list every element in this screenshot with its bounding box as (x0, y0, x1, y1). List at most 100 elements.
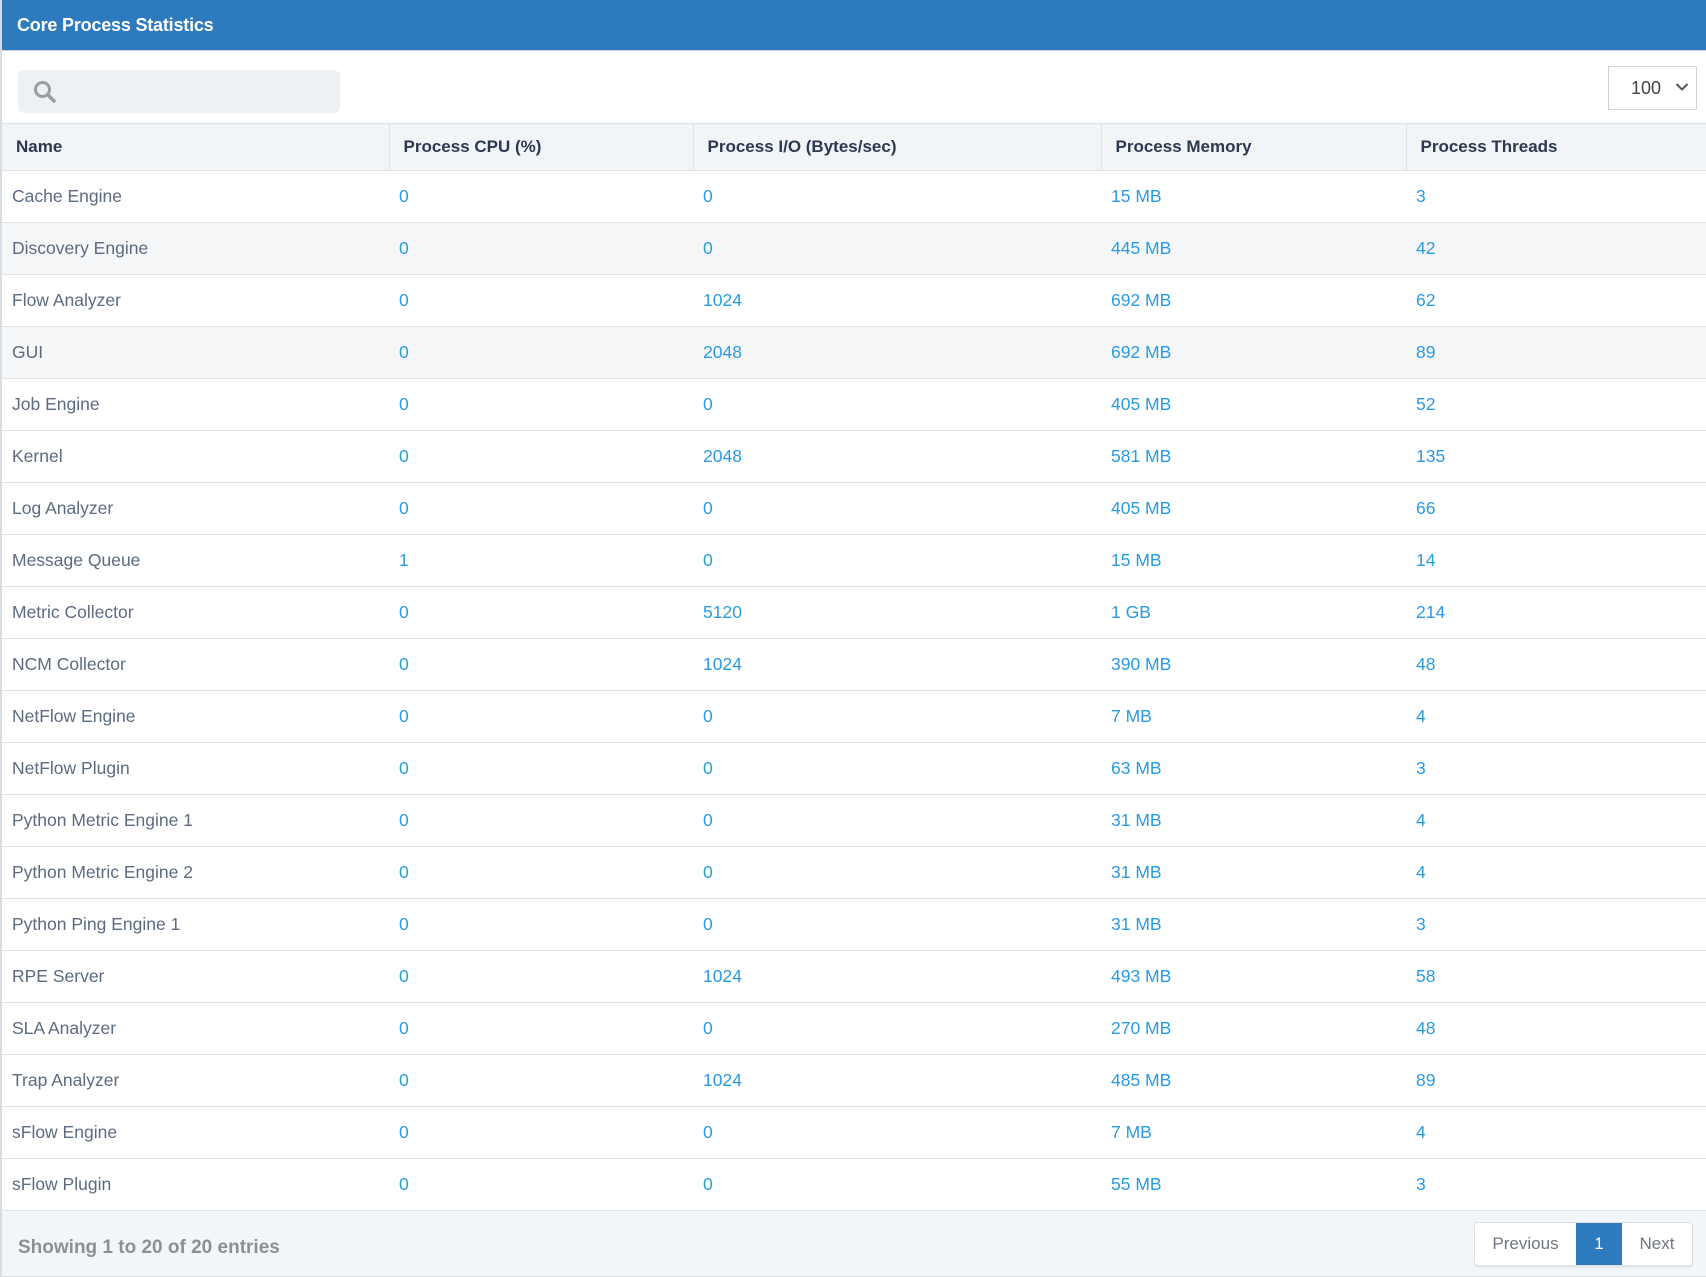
cell-memory[interactable]: 31 MB (1101, 846, 1406, 899)
cell-memory[interactable]: 31 MB (1101, 794, 1406, 847)
cell-threads[interactable]: 42 (1406, 222, 1706, 275)
cell-memory[interactable]: 445 MB (1101, 222, 1406, 275)
cell-memory[interactable]: 1 GB (1101, 586, 1406, 639)
cell-threads[interactable]: 135 (1406, 430, 1706, 483)
cell-io[interactable]: 0 (693, 1106, 1101, 1159)
cell-cpu[interactable]: 0 (389, 794, 693, 847)
cell-memory[interactable]: 31 MB (1101, 898, 1406, 951)
cell-io[interactable]: 0 (693, 378, 1101, 431)
cell-threads[interactable]: 3 (1406, 1158, 1706, 1211)
cell-io[interactable]: 0 (693, 534, 1101, 587)
column-header-threads[interactable]: Process Threads (1406, 123, 1706, 171)
cell-memory[interactable]: 405 MB (1101, 482, 1406, 535)
table-row[interactable]: Kernel 0 2048 581 MB 135 (2, 430, 1706, 483)
search-input[interactable] (66, 70, 338, 115)
cell-cpu[interactable]: 0 (389, 1054, 693, 1107)
cell-cpu[interactable]: 0 (389, 326, 693, 379)
cell-io[interactable]: 0 (693, 222, 1101, 275)
cell-memory[interactable]: 493 MB (1101, 950, 1406, 1003)
table-row[interactable]: Cache Engine 0 0 15 MB 3 (2, 170, 1706, 223)
column-header-io[interactable]: Process I/O (Bytes/sec) (693, 123, 1102, 171)
cell-memory[interactable]: 15 MB (1101, 170, 1406, 223)
cell-memory[interactable]: 405 MB (1101, 378, 1406, 431)
table-row[interactable]: NetFlow Engine 0 0 7 MB 4 (2, 690, 1706, 743)
cell-memory[interactable]: 390 MB (1101, 638, 1406, 691)
cell-cpu[interactable]: 0 (389, 898, 693, 951)
table-row[interactable]: RPE Server 0 1024 493 MB 58 (2, 950, 1706, 1003)
page-size-select[interactable]: 100 (1608, 66, 1697, 110)
cell-io[interactable]: 1024 (693, 1054, 1101, 1107)
cell-threads[interactable]: 14 (1406, 534, 1706, 587)
cell-cpu[interactable]: 0 (389, 274, 693, 327)
cell-threads[interactable]: 3 (1406, 898, 1706, 951)
cell-memory[interactable]: 692 MB (1101, 326, 1406, 379)
cell-io[interactable]: 1024 (693, 638, 1101, 691)
cell-cpu[interactable]: 0 (389, 1158, 693, 1211)
cell-cpu[interactable]: 0 (389, 1106, 693, 1159)
cell-threads[interactable]: 48 (1406, 1002, 1706, 1055)
cell-io[interactable]: 0 (693, 1158, 1101, 1211)
cell-cpu[interactable]: 0 (389, 378, 693, 431)
table-row[interactable]: Python Metric Engine 2 0 0 31 MB 4 (2, 846, 1706, 899)
cell-io[interactable]: 0 (693, 690, 1101, 743)
cell-cpu[interactable]: 1 (389, 534, 693, 587)
cell-io[interactable]: 0 (693, 170, 1101, 223)
cell-memory[interactable]: 15 MB (1101, 534, 1406, 587)
next-page-button[interactable]: Next (1622, 1223, 1692, 1265)
cell-threads[interactable]: 89 (1406, 326, 1706, 379)
cell-cpu[interactable]: 0 (389, 742, 693, 795)
cell-io[interactable]: 0 (693, 742, 1101, 795)
column-header-memory[interactable]: Process Memory (1101, 123, 1407, 171)
cell-io[interactable]: 5120 (693, 586, 1101, 639)
cell-io[interactable]: 0 (693, 898, 1101, 951)
cell-memory[interactable]: 270 MB (1101, 1002, 1406, 1055)
table-row[interactable]: sFlow Engine 0 0 7 MB 4 (2, 1106, 1706, 1159)
cell-cpu[interactable]: 0 (389, 222, 693, 275)
cell-threads[interactable]: 48 (1406, 638, 1706, 691)
column-header-name[interactable]: Name (2, 123, 390, 171)
cell-threads[interactable]: 4 (1406, 1106, 1706, 1159)
cell-memory[interactable]: 55 MB (1101, 1158, 1406, 1211)
cell-cpu[interactable]: 0 (389, 430, 693, 483)
table-row[interactable]: Flow Analyzer 0 1024 692 MB 62 (2, 274, 1706, 327)
cell-cpu[interactable]: 0 (389, 638, 693, 691)
cell-threads[interactable]: 62 (1406, 274, 1706, 327)
table-row[interactable]: Message Queue 1 0 15 MB 14 (2, 534, 1706, 587)
cell-memory[interactable]: 7 MB (1101, 1106, 1406, 1159)
table-row[interactable]: NetFlow Plugin 0 0 63 MB 3 (2, 742, 1706, 795)
cell-threads[interactable]: 4 (1406, 690, 1706, 743)
column-header-cpu[interactable]: Process CPU (%) (389, 123, 694, 171)
cell-io[interactable]: 2048 (693, 430, 1101, 483)
cell-cpu[interactable]: 0 (389, 170, 693, 223)
table-row[interactable]: Trap Analyzer 0 1024 485 MB 89 (2, 1054, 1706, 1107)
table-row[interactable]: sFlow Plugin 0 0 55 MB 3 (2, 1158, 1706, 1211)
table-row[interactable]: Job Engine 0 0 405 MB 52 (2, 378, 1706, 431)
cell-threads[interactable]: 4 (1406, 846, 1706, 899)
table-row[interactable]: GUI 0 2048 692 MB 89 (2, 326, 1706, 379)
table-row[interactable]: SLA Analyzer 0 0 270 MB 48 (2, 1002, 1706, 1055)
cell-threads[interactable]: 66 (1406, 482, 1706, 535)
cell-io[interactable]: 1024 (693, 274, 1101, 327)
cell-cpu[interactable]: 0 (389, 1002, 693, 1055)
cell-threads[interactable]: 3 (1406, 742, 1706, 795)
cell-memory[interactable]: 63 MB (1101, 742, 1406, 795)
cell-memory[interactable]: 7 MB (1101, 690, 1406, 743)
cell-io[interactable]: 0 (693, 794, 1101, 847)
cell-io[interactable]: 0 (693, 846, 1101, 899)
cell-threads[interactable]: 58 (1406, 950, 1706, 1003)
table-row[interactable]: NCM Collector 0 1024 390 MB 48 (2, 638, 1706, 691)
cell-threads[interactable]: 52 (1406, 378, 1706, 431)
page-1-button[interactable]: 1 (1576, 1223, 1622, 1265)
cell-cpu[interactable]: 0 (389, 690, 693, 743)
cell-cpu[interactable]: 0 (389, 950, 693, 1003)
cell-cpu[interactable]: 0 (389, 846, 693, 899)
cell-memory[interactable]: 485 MB (1101, 1054, 1406, 1107)
cell-io[interactable]: 2048 (693, 326, 1101, 379)
cell-io[interactable]: 1024 (693, 950, 1101, 1003)
cell-cpu[interactable]: 0 (389, 586, 693, 639)
cell-threads[interactable]: 214 (1406, 586, 1706, 639)
table-row[interactable]: Discovery Engine 0 0 445 MB 42 (2, 222, 1706, 275)
cell-memory[interactable]: 581 MB (1101, 430, 1406, 483)
table-row[interactable]: Python Ping Engine 1 0 0 31 MB 3 (2, 898, 1706, 951)
previous-page-button[interactable]: Previous (1475, 1223, 1576, 1265)
